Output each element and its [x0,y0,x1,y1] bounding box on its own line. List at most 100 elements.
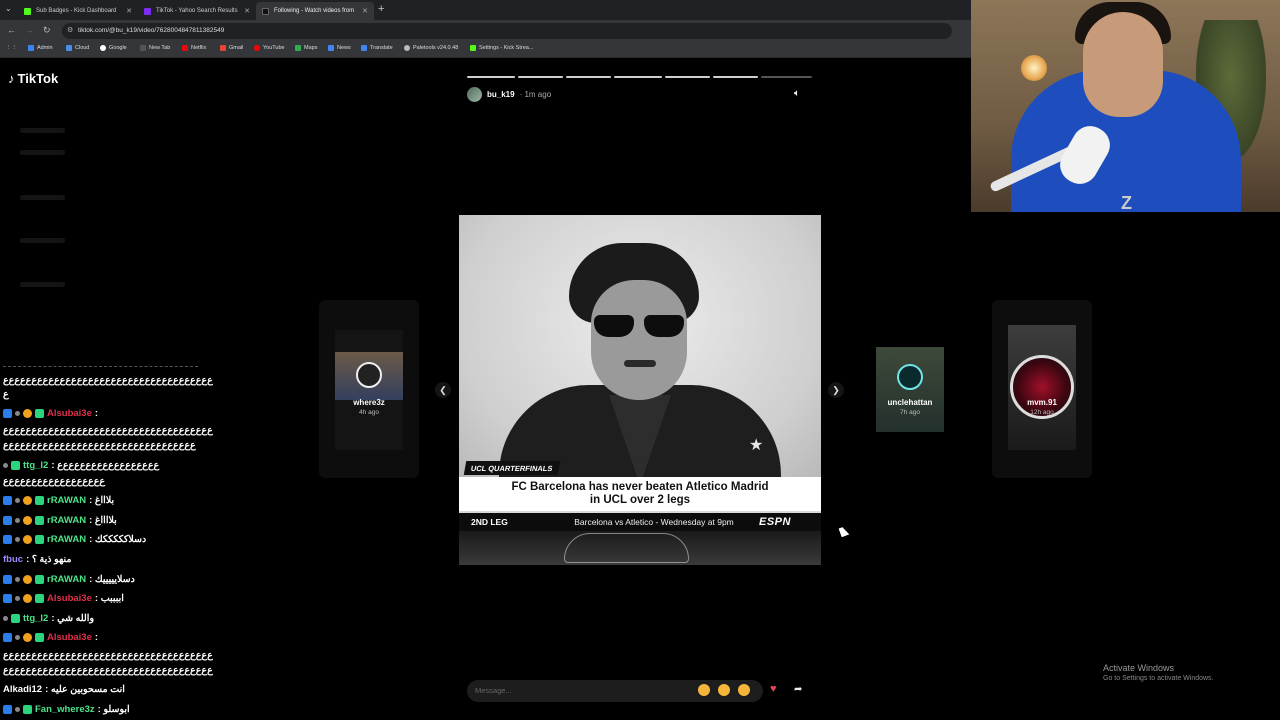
chat-username[interactable]: rRAWAN [47,574,86,585]
bookmark-label: Translate [370,45,393,51]
logo-text: TikTok [17,71,59,86]
tab-search-icon[interactable]: ⌄ [5,4,12,13]
chat-username[interactable]: rRAWAN [47,515,86,526]
like-heart-icon[interactable]: ♥ [770,683,777,695]
nav-item-placeholder[interactable] [20,238,65,243]
nav-item-placeholder[interactable] [20,195,65,200]
side-story-time: 12h ago [1030,409,1054,416]
side-story-name: unclehattan [887,398,933,407]
url-text: tiktok.com/@bu_k19/video/762800484781138… [78,27,225,34]
side-story-card[interactable]: unclehattan 7h ago [860,322,960,442]
tab-tiktok-following[interactable]: Following - Watch videos from ✕ [256,2,374,20]
bookmark-maps[interactable]: Maps [295,45,317,51]
chat-username[interactable]: rRAWAN [47,534,86,545]
chat-username[interactable]: ttg_l2 [23,460,48,471]
reload-icon[interactable]: ↻ [43,25,51,36]
bookmark-label: Settings - Kick Strea... [479,45,534,51]
avatar[interactable] [467,87,482,102]
author-name[interactable]: bu_k19 [487,90,515,99]
subscriber-badge-icon [3,409,12,418]
emoji-heart-eyes-icon[interactable] [698,684,710,696]
bookmark-label: Paletools v24.0.48 [413,45,459,51]
chat-text: ﻉﻉﻉﻉﻉﻉﻉﻉﻉﻉﻉﻉﻉﻉﻉﻉﻉﻉﻉﻉﻉﻉﻉﻉﻉﻉﻉﻉﻉﻉﻉﻉﻉﻉﻉﻉﻉ [3,375,213,386]
chat-username[interactable]: Alkadi12 [3,684,42,695]
chat-username[interactable]: Alsubai3e [47,593,92,604]
chat-username[interactable]: Fan_where3z [35,704,95,715]
bookmark-label: Gmail [229,45,244,51]
close-tab-icon[interactable]: ✕ [362,7,368,15]
next-story-button[interactable]: ❯ [828,382,844,398]
bookmark-admin[interactable]: Admin [28,45,53,51]
bookmark-gmail[interactable]: Gmail [220,45,243,51]
forward-icon[interactable]: → [25,25,34,35]
nav-item-placeholder[interactable] [20,282,65,287]
chat-username[interactable]: Alsubai3e [47,408,92,419]
head-shape [1083,12,1163,117]
chat-text: : ابوسلو [97,704,130,715]
site-info-icon[interactable]: ⚙ [67,26,73,34]
gift-badge-icon [23,575,32,584]
bookmark-label: Admin [37,45,53,51]
kick-icon [470,45,476,51]
emoji-laugh-icon[interactable] [718,684,730,696]
subscriber-badge-icon [3,496,12,505]
stream-watermark: Z [1121,193,1132,212]
chat-divider [3,366,198,367]
bookmark-translate[interactable]: Translate [361,45,393,51]
volume-icon[interactable]: 🔈︎ [794,88,800,99]
dot-badge-icon [15,635,20,640]
nav-item-placeholder[interactable] [20,128,65,133]
chat-username[interactable]: Alsubai3e [47,632,92,643]
browser-tab-bar: ⌄ Sub Badges - Kick Dashboard ✕ TikTok -… [0,0,972,20]
new-tab-button[interactable]: + [378,3,384,15]
dot-badge-icon [15,537,20,542]
paletools-icon [404,45,410,51]
headline-line-1: FC Barcelona has never beaten Atletico M… [511,481,769,493]
chat-text: : [94,632,99,643]
bookmark-cloud[interactable]: Cloud [66,45,89,51]
tiktok-note-icon: ♪ [8,71,15,86]
tiktok-logo[interactable]: ♪ TikTok [8,71,58,86]
side-story-card[interactable]: mvm.91 12h ago [992,300,1092,478]
bookmark-label: New Tab [149,45,171,51]
bookmark-kick-settings[interactable]: Settings - Kick Strea... [470,45,533,51]
chat-username[interactable]: rRAWAN [47,495,86,506]
back-icon[interactable]: ← [7,25,16,35]
story-progress-segment [665,76,710,78]
bookmark-paletools[interactable]: Paletools v24.0.48 [404,45,458,51]
chat-text: ﻉ [3,389,9,400]
side-story-name: mvm.91 [1027,398,1057,407]
story-author[interactable]: bu_k19 · 1m ago [467,87,551,102]
tab-yahoo-search[interactable]: TikTok - Yahoo Search Results ✕ [138,2,256,20]
chat-username[interactable]: fbuc [3,554,23,565]
nav-item-placeholder[interactable] [20,150,65,155]
close-tab-icon[interactable]: ✕ [244,7,250,15]
url-input[interactable]: ⚙ tiktok.com/@bu_k19/video/7628004847811… [62,23,952,39]
bookmark-icon [28,45,34,51]
tiktok-favicon-icon [262,7,269,15]
story-progress-segment [566,76,611,78]
story-media[interactable]: ★ UCL QUARTERFINALS FC Barcelona has nev… [459,215,821,565]
chat-message: Alsubai3e: [3,632,98,643]
apps-icon[interactable]: ⋮⋮ [6,45,17,51]
chat-username[interactable]: ttg_l2 [23,613,48,624]
tab-kick-dashboard[interactable]: Sub Badges - Kick Dashboard ✕ [18,2,138,20]
previous-story-button[interactable]: ❮ [435,382,451,398]
side-story-card[interactable]: where3z 4h ago [319,300,419,478]
dot-badge-icon [15,596,20,601]
lamp-shape [1021,55,1047,81]
espn-logo: ESPN [759,516,791,528]
bookmark-label: Cloud [75,45,90,51]
bookmark-google[interactable]: Google [100,45,127,51]
close-tab-icon[interactable]: ✕ [126,7,132,15]
bookmark-news[interactable]: News [328,45,351,51]
subscriber-badge-icon [3,535,12,544]
bookmark-youtube[interactable]: YouTube [254,45,285,51]
side-story-name: where3z [353,398,385,407]
bookmark-new-tab[interactable]: New Tab [140,45,170,51]
chat-message: ﻉﻉﻉﻉﻉﻉﻉﻉﻉﻉﻉﻉﻉﻉﻉﻉﻉﻉﻉﻉﻉﻉﻉﻉﻉﻉﻉﻉﻉﻉﻉﻉﻉﻉﻉﻉﻉ [3,650,213,661]
share-icon[interactable]: ➦ [794,684,802,695]
bookmark-label: Netflix [191,45,207,51]
bookmark-netflix[interactable]: Netflix [182,45,206,51]
emoji-surprised-icon[interactable] [738,684,750,696]
